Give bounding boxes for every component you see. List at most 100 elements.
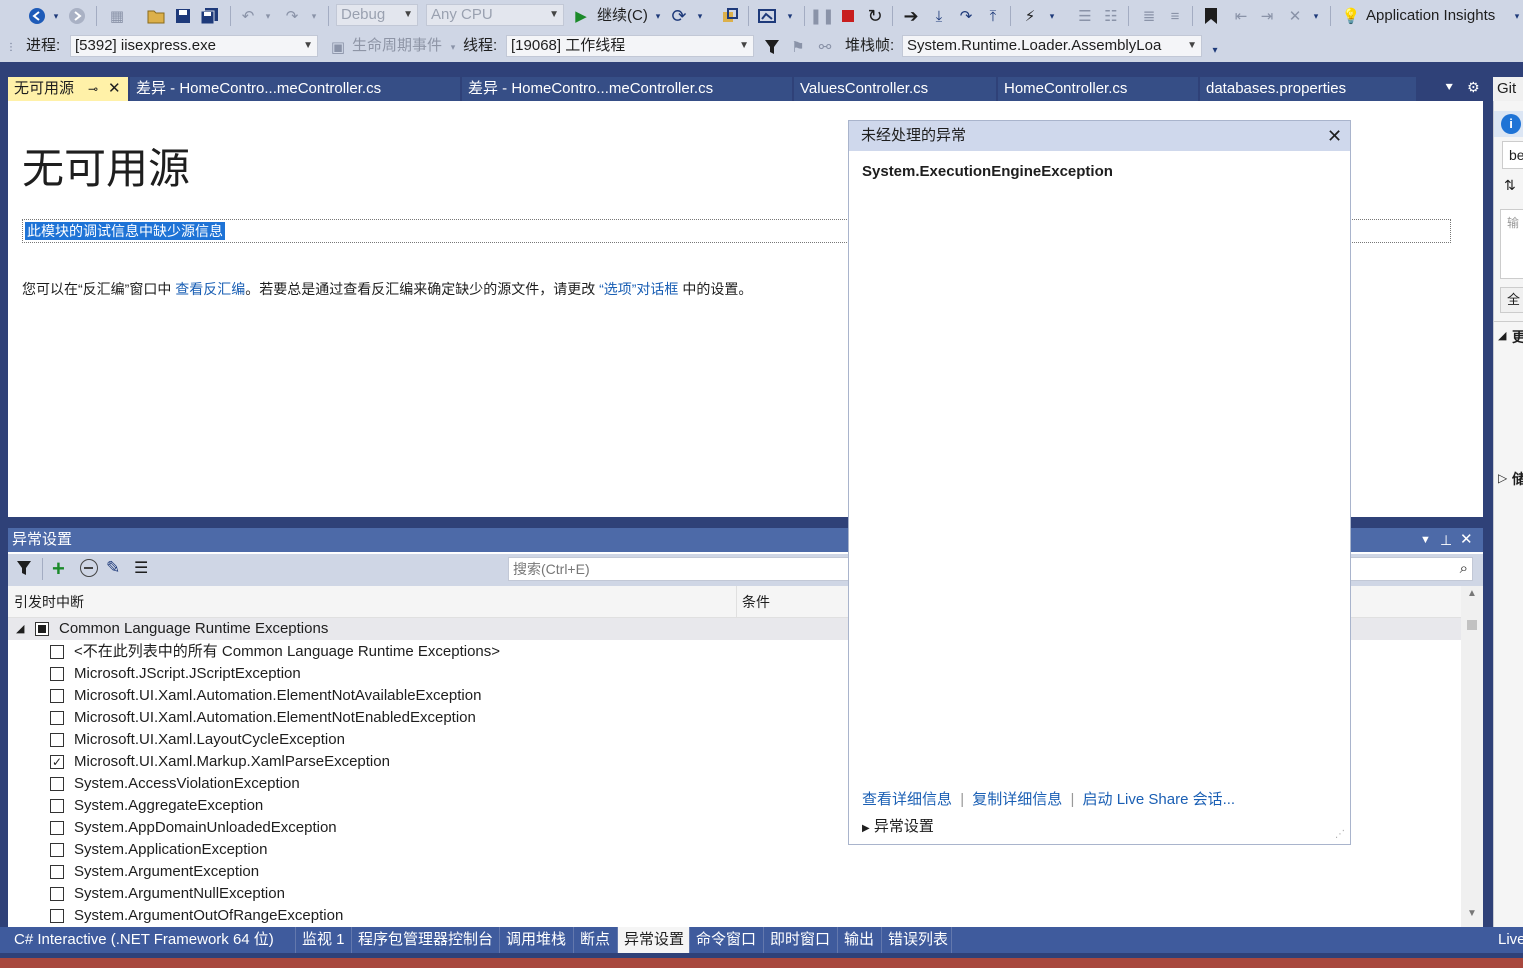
exception-checkbox[interactable] <box>50 733 64 747</box>
browser-link-icon[interactable] <box>718 4 742 28</box>
edit-condition-icon[interactable]: ✎ <box>106 558 120 578</box>
pause-icon[interactable]: ❚❚ <box>809 4 834 28</box>
new-project-icon[interactable]: ▦ <box>106 4 128 28</box>
app-insights-button[interactable]: Application Insights <box>1366 5 1495 27</box>
lifecycle-dropdown-icon[interactable]: ▾ <box>448 35 458 59</box>
next-bookmark-icon[interactable]: ⇥ <box>1256 4 1278 28</box>
bottom-tab[interactable]: 异常设置 <box>618 927 690 953</box>
exception-checkbox[interactable] <box>50 667 64 681</box>
bottom-tab[interactable]: 程序包管理器控制台 <box>352 927 500 953</box>
list-item[interactable]: System.ArgumentException <box>8 861 1461 883</box>
live-share-link[interactable]: 启动 Live Share 会话... <box>1083 791 1236 808</box>
refresh-icon[interactable]: ⟳ <box>668 4 690 28</box>
window-menu-icon[interactable]: ▼ <box>1420 528 1431 552</box>
exception-checkbox[interactable] <box>50 843 64 857</box>
condition-column-header[interactable]: 条件 <box>742 592 770 612</box>
scroll-up-icon[interactable]: ▲ <box>1467 588 1477 599</box>
exception-checkbox[interactable] <box>50 645 64 659</box>
flag-threads-icon[interactable]: ⚯ <box>814 35 836 59</box>
tab-git[interactable]: Git <box>1493 77 1523 101</box>
exception-checkbox[interactable] <box>50 887 64 901</box>
sync-icon[interactable]: ⇅ <box>1504 177 1516 194</box>
tab-home-controller[interactable]: HomeController.cs <box>998 77 1198 101</box>
remove-icon[interactable] <box>80 559 98 577</box>
exception-checkbox[interactable] <box>50 821 64 835</box>
tab-diff-2[interactable]: 差异 - HomeContro...meController.cs <box>462 77 792 101</box>
exception-checkbox[interactable] <box>50 865 64 879</box>
hot-reload-dropdown-icon[interactable]: ▾ <box>1046 4 1058 28</box>
list-item[interactable]: System.ArgumentNullException <box>8 883 1461 905</box>
comment-icon[interactable]: ☰ <box>1074 4 1096 28</box>
save-all-icon[interactable] <box>198 4 222 28</box>
show-next-statement-icon[interactable]: ➔ <box>900 4 922 28</box>
pin-icon[interactable]: ⊸ <box>88 77 98 101</box>
redo-dropdown-icon[interactable]: ▾ <box>308 4 320 28</box>
platform-select[interactable]: Any CPU ▼ <box>426 4 564 26</box>
bottom-tab[interactable]: 命令窗口 <box>690 927 764 953</box>
tab-databases-properties[interactable]: databases.properties <box>1200 77 1416 101</box>
tab-values-controller[interactable]: ValuesController.cs <box>794 77 996 101</box>
commit-all-button[interactable]: 全 <box>1500 287 1523 313</box>
hot-reload-icon[interactable]: ⚡ <box>1018 4 1042 28</box>
lifecycle-icon[interactable]: ▣ <box>328 35 348 59</box>
resize-grip-icon[interactable]: ⋰ <box>1335 829 1345 840</box>
lifecycle-events-button[interactable]: 生命周期事件 <box>352 35 442 57</box>
expand-icon[interactable]: ◢ <box>16 618 24 640</box>
bottom-tab[interactable]: 输出 <box>838 927 882 953</box>
bookmark-icon[interactable] <box>1200 4 1222 28</box>
copy-details-link[interactable]: 复制详细信息 <box>972 791 1062 808</box>
gear-icon[interactable]: ⚙ <box>1467 79 1480 96</box>
tab-list-dropdown-icon[interactable]: ⯆ <box>1444 80 1454 96</box>
exception-checkbox[interactable] <box>50 711 64 725</box>
thread-select[interactable]: [19068] 工作线程 ▼ <box>506 35 754 57</box>
commit-message-input[interactable]: 输 <box>1500 209 1523 279</box>
group-checkbox[interactable] <box>35 622 49 636</box>
stop-icon[interactable] <box>838 4 858 28</box>
save-icon[interactable] <box>172 4 194 28</box>
bottom-tab[interactable]: 错误列表 <box>882 927 952 953</box>
back-dropdown-icon[interactable]: ▾ <box>50 4 62 28</box>
config-select[interactable]: Debug ▼ <box>336 4 418 26</box>
diag-dropdown-icon[interactable]: ▾ <box>784 4 796 28</box>
tab-diff-1[interactable]: 差异 - HomeContro...meController.cs <box>130 77 460 101</box>
bookmark-dropdown-icon[interactable]: ▾ <box>1310 4 1322 28</box>
clear-bookmarks-icon[interactable]: ✕ <box>1284 4 1306 28</box>
close-icon[interactable]: ✕ <box>1327 121 1342 151</box>
process-select[interactable]: [5392] iisexpress.exe ▼ <box>70 35 318 57</box>
bottom-tab[interactable]: 调用堆栈 <box>500 927 574 953</box>
step-out-icon[interactable]: ⤒ <box>982 4 1004 28</box>
undo-dropdown-icon[interactable]: ▾ <box>262 4 274 28</box>
expand-icon[interactable]: ◢ <box>1498 329 1506 342</box>
close-icon[interactable]: ✕ <box>108 77 121 101</box>
restore-defaults-icon[interactable]: ☰ <box>134 558 148 578</box>
exception-checkbox[interactable] <box>50 689 64 703</box>
flag-thread-icon[interactable]: ⚑ <box>788 35 808 59</box>
add-icon[interactable]: + <box>52 556 65 582</box>
indent-icon[interactable]: ≣ <box>1138 4 1160 28</box>
continue-button[interactable]: 继续(C) <box>597 5 648 27</box>
exception-checkbox[interactable]: ✓ <box>50 755 64 769</box>
open-folder-icon[interactable] <box>145 4 167 28</box>
vertical-scrollbar[interactable]: ▲ ▼ <box>1461 586 1483 927</box>
bottom-tab[interactable]: 断点 <box>574 927 618 953</box>
view-disassembly-link[interactable]: 查看反汇编 <box>175 281 245 297</box>
bottom-tab[interactable]: 即时窗口 <box>764 927 838 953</box>
view-details-link[interactable]: 查看详细信息 <box>862 791 952 808</box>
scroll-down-icon[interactable]: ▼ <box>1467 908 1477 919</box>
back-icon[interactable] <box>26 4 48 28</box>
filter-icon[interactable] <box>16 560 32 579</box>
bottom-tab[interactable]: 监视 1 <box>296 927 352 953</box>
collapse-icon[interactable]: ▷ <box>1498 471 1507 485</box>
toolbar-overflow-icon[interactable]: ▾ <box>1208 38 1222 62</box>
step-over-icon[interactable]: ↷ <box>954 4 978 28</box>
live-share-tab[interactable]: Live <box>1493 927 1523 953</box>
step-into-icon[interactable]: ⤓ <box>928 4 950 28</box>
break-column-header[interactable]: 引发时中断 <box>14 592 84 612</box>
exception-checkbox[interactable] <box>50 777 64 791</box>
exception-settings-expander[interactable]: ▶ 异常设置 <box>862 815 934 836</box>
options-dialog-link[interactable]: “选项”对话框 <box>599 281 678 297</box>
scroll-thumb[interactable] <box>1467 620 1477 630</box>
undo-icon[interactable]: ↶ <box>238 4 258 28</box>
outdent-icon[interactable]: ≡ <box>1164 4 1186 28</box>
close-icon[interactable]: ✕ <box>1460 528 1473 552</box>
